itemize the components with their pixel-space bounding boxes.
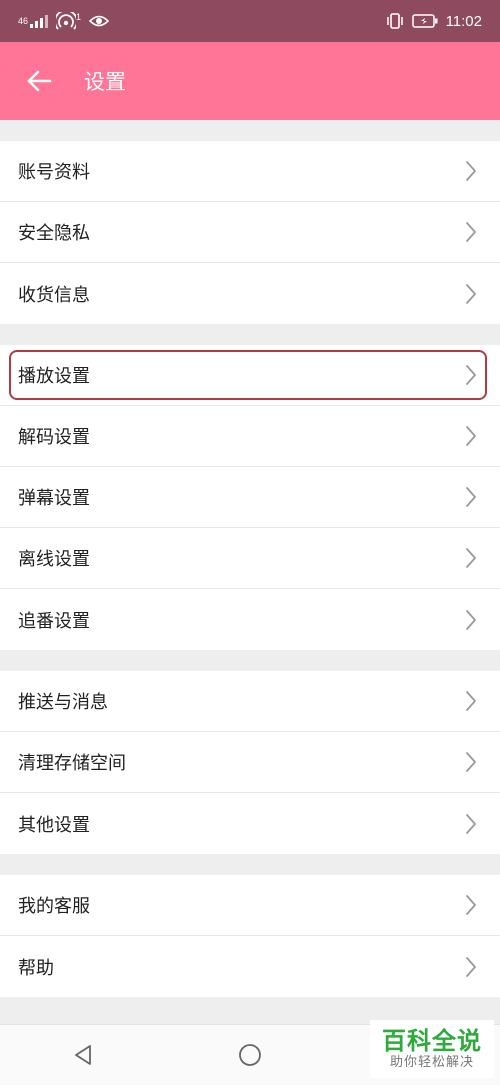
chevron-right-icon (466, 895, 476, 915)
chevron-right-icon (466, 161, 476, 181)
status-time: 11:02 (445, 12, 482, 30)
chevron-right-icon (466, 691, 476, 711)
chevron-right-icon (466, 426, 476, 446)
vibrate-icon (386, 13, 404, 29)
circle-home-icon (239, 1044, 261, 1066)
settings-list: 账号资料安全隐私收货信息播放设置解码设置弹幕设置离线设置追番设置推送与消息清理存… (0, 120, 500, 997)
back-button[interactable] (0, 42, 78, 120)
chevron-right-icon (466, 813, 476, 834)
chevron-right-icon (466, 956, 476, 977)
settings-row-label: 安全隐私 (18, 223, 90, 244)
settings-row-label: 弹幕设置 (18, 488, 90, 509)
settings-row[interactable]: 帮助 (0, 936, 500, 997)
watermark-sub-text: 助你轻松解决 (389, 1055, 474, 1070)
chevron-right-icon (466, 222, 476, 242)
nav-home-button[interactable] (220, 1025, 280, 1085)
settings-row[interactable]: 播放设置 (0, 345, 500, 406)
settings-row-label: 解码设置 (18, 427, 90, 448)
settings-row[interactable]: 追番设置 (0, 589, 500, 650)
page-title: 设置 (84, 70, 126, 94)
settings-row-label: 帮助 (18, 957, 54, 979)
settings-group: 推送与消息清理存储空间 其他设置 (0, 671, 500, 854)
settings-row-label: 离线设置 (18, 549, 90, 570)
chevron-right-icon (466, 283, 476, 304)
chevron-right-icon (466, 609, 476, 630)
eye-icon (89, 14, 110, 28)
settings-row-label: 推送与消息 (18, 692, 108, 713)
settings-row[interactable]: 安全隐私 (0, 202, 500, 263)
hotspot-count: 1 (76, 12, 82, 22)
settings-row-label: 追番设置 (18, 610, 90, 632)
chevron-right-icon (466, 752, 476, 772)
network-type-label: 46 (18, 15, 29, 26)
chevron-right-icon (466, 487, 476, 507)
settings-row[interactable]: 清理存储空间 (0, 732, 500, 793)
settings-row-label: 我的客服 (18, 896, 90, 917)
cellular-signal-icon: 46 (18, 14, 49, 28)
hotspot-icon: 1 (56, 12, 81, 30)
settings-row[interactable]: 解码设置 (0, 406, 500, 467)
nav-back-button[interactable] (53, 1025, 113, 1085)
settings-row-label: 清理存储空间 (18, 753, 126, 774)
settings-row[interactable]: 账号资料 (0, 141, 500, 202)
settings-row-label: 收货信息 (18, 284, 90, 306)
status-left: 46 1 (18, 12, 110, 30)
settings-row[interactable]: 收货信息 (0, 263, 500, 324)
settings-row[interactable]: 我的客服 (0, 875, 500, 936)
battery-icon (411, 14, 438, 28)
arrow-left-icon (27, 70, 52, 92)
settings-row-label: 账号资料 (18, 162, 90, 183)
settings-row-label: 播放设置 (18, 366, 90, 387)
settings-row[interactable]: 离线设置 (0, 528, 500, 589)
watermark-main-text: 百科全说 (382, 1027, 482, 1055)
chevron-right-icon (466, 365, 476, 385)
settings-row[interactable]: 其他设置 (0, 793, 500, 854)
settings-row[interactable]: 推送与消息 (0, 671, 500, 732)
chevron-right-icon (466, 548, 476, 568)
triangle-back-icon (75, 1045, 92, 1065)
settings-group: 账号资料安全隐私收货信息 (0, 141, 500, 324)
settings-group: 播放设置解码设置弹幕设置离线设置追番设置 (0, 345, 500, 650)
status-bar: 46 1 11:02 (0, 0, 500, 42)
settings-row[interactable]: 弹幕设置 (0, 467, 500, 528)
settings-group: 我的客服 帮助 (0, 875, 500, 997)
status-right: 11:02 (386, 13, 482, 30)
watermark-logo: 百科全说 助你轻松解决 (370, 1020, 494, 1078)
settings-row-label: 其他设置 (18, 814, 90, 836)
title-bar: 设置 (0, 42, 500, 120)
